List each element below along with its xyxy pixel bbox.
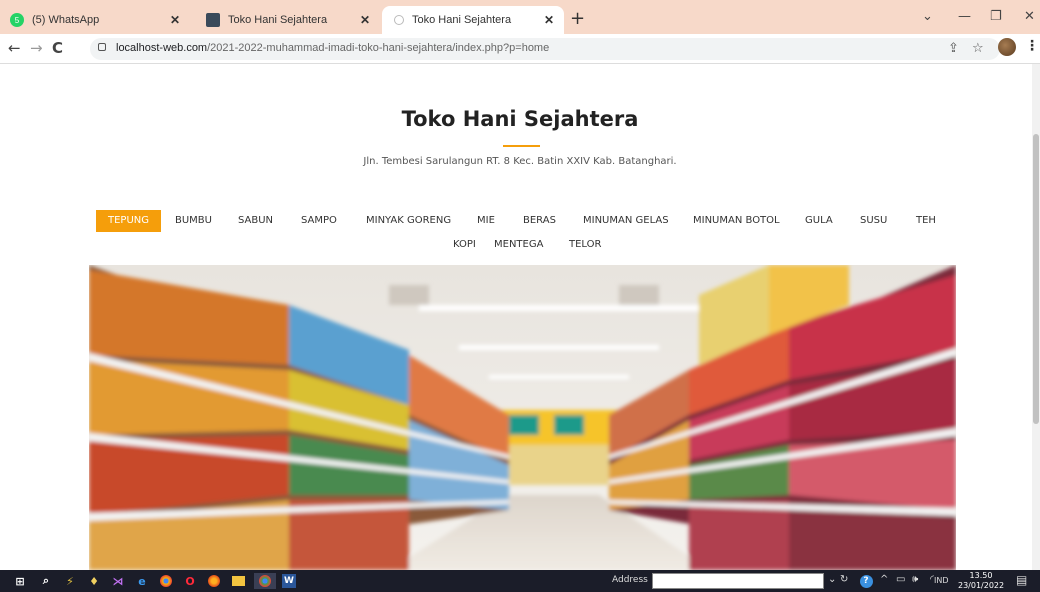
nav-item-kopi[interactable]: KOPI xyxy=(453,234,476,256)
search-icon[interactable]: ⌕ xyxy=(38,573,54,589)
share-icon[interactable]: ⇪ xyxy=(948,41,959,56)
tab-title: (5) WhatsApp xyxy=(32,14,100,26)
nav-item-mentega[interactable]: MENTEGA xyxy=(494,234,543,256)
nav-item-sampo[interactable]: SAMPO xyxy=(301,210,337,232)
nav-item-minuman-botol[interactable]: MINUMAN BOTOL xyxy=(693,210,780,232)
tab-title: Toko Hani Sejahtera xyxy=(412,14,512,26)
restore-icon[interactable]: ❐ xyxy=(990,9,1002,24)
firefox-icon[interactable] xyxy=(206,573,222,589)
app-icon[interactable]: ⚡ xyxy=(62,573,78,589)
taskbar-address-input[interactable] xyxy=(652,573,824,589)
close-icon[interactable]: ✕ xyxy=(360,13,370,27)
profile-avatar[interactable] xyxy=(998,38,1016,56)
edge-icon[interactable]: e xyxy=(134,573,150,589)
volume-icon[interactable]: 🕪 xyxy=(912,574,918,585)
word-icon[interactable]: W xyxy=(282,574,296,588)
reload-icon[interactable]: C xyxy=(52,39,63,57)
url-text[interactable]: localhost-web.com/2021-2022-muhammad-ima… xyxy=(116,42,549,54)
tab-toko-hani[interactable]: Toko Hani Sejahtera ✕ xyxy=(196,6,380,34)
nav-item-minyak-goreng[interactable]: MINYAK GORENG xyxy=(366,210,451,232)
nav-item-telor[interactable]: TELOR xyxy=(569,234,601,256)
nav-item-minuman-gelas[interactable]: MINUMAN GELAS xyxy=(583,210,669,232)
bookmark-star-icon[interactable]: ☆ xyxy=(972,41,984,56)
nav-item-mie[interactable]: MIE xyxy=(477,210,495,232)
file-explorer-icon[interactable] xyxy=(230,573,246,589)
forward-icon[interactable]: → xyxy=(30,39,43,57)
tab-title: Toko Hani Sejahtera xyxy=(228,14,328,26)
nav-item-gula[interactable]: GULA xyxy=(805,210,833,232)
opera-icon[interactable]: O xyxy=(182,573,198,589)
clock[interactable]: 13.50 23/01/2022 xyxy=(958,571,1004,591)
chrome-icon[interactable] xyxy=(158,573,174,589)
battery-icon[interactable]: ▭ xyxy=(896,574,905,585)
close-icon[interactable]: ✕ xyxy=(170,13,180,27)
minimize-icon[interactable]: — xyxy=(958,9,971,24)
store-address: Jln. Tembesi Sarulangun RT. 8 Kec. Batin… xyxy=(363,156,677,167)
page-scrollbar[interactable] xyxy=(1032,64,1040,570)
site-title: Toko Hani Sejahtera xyxy=(401,107,639,131)
title-underline xyxy=(503,145,540,147)
tab-search-icon[interactable]: ⌄ xyxy=(922,9,933,24)
close-icon[interactable]: ✕ xyxy=(544,13,554,27)
hero-image xyxy=(89,265,956,570)
window-close-icon[interactable]: ✕ xyxy=(1024,9,1035,24)
windows-start-icon[interactable]: ⊞ xyxy=(12,573,28,589)
nav-item-beras[interactable]: BERAS xyxy=(523,210,556,232)
site-icon xyxy=(206,13,220,27)
vscode-icon[interactable]: ⋊ xyxy=(110,573,126,589)
new-tab-icon[interactable]: + xyxy=(570,8,585,29)
browser-toolbar: ← → C localhost-web.com/2021-2022-muhamm… xyxy=(0,34,1040,64)
web-page: Toko Hani Sejahtera Jln. Tembesi Sarulan… xyxy=(0,64,1032,570)
nav-item-teh[interactable]: TEH xyxy=(916,210,936,232)
nav-item-sabun[interactable]: SABUN xyxy=(238,210,273,232)
windows-taskbar: ⊞ ⌕ ⚡ ♦ ⋊ e O W Address ⌄ ↻ ? ^ ▭ 🕪 ◜ IN… xyxy=(0,570,1040,592)
chrome-active-icon[interactable] xyxy=(254,573,276,589)
address-toolbar-label: Address xyxy=(612,575,648,585)
clock-time: 13.50 xyxy=(969,571,993,580)
notification-icon[interactable]: ▤ xyxy=(1016,573,1027,587)
nav-item-bumbu[interactable]: BUMBU xyxy=(175,210,212,232)
tray-chevron-icon[interactable]: ^ xyxy=(880,574,888,585)
lock-icon xyxy=(98,43,106,51)
language-indicator[interactable]: IND xyxy=(934,576,949,585)
tab-toko-hani-active[interactable]: Toko Hani Sejahtera ✕ xyxy=(382,6,564,34)
refresh-icon[interactable]: ↻ xyxy=(840,574,848,585)
browser-tab-bar: 5 (5) WhatsApp ✕ Toko Hani Sejahtera ✕ T… xyxy=(0,0,1040,34)
loading-icon xyxy=(394,15,404,25)
help-icon[interactable]: ? xyxy=(858,573,874,589)
scrollbar-thumb[interactable] xyxy=(1033,134,1039,424)
address-bar[interactable]: localhost-web.com/2021-2022-muhammad-ima… xyxy=(90,38,1000,60)
nav-item-tepung[interactable]: TEPUNG xyxy=(96,210,162,232)
whatsapp-icon: 5 xyxy=(10,13,24,27)
app-icon[interactable]: ♦ xyxy=(86,573,102,589)
tab-whatsapp[interactable]: 5 (5) WhatsApp ✕ xyxy=(0,6,190,34)
dropdown-icon[interactable]: ⌄ xyxy=(828,574,836,585)
clock-date: 23/01/2022 xyxy=(958,581,1005,590)
back-icon[interactable]: ← xyxy=(8,39,21,57)
nav-item-susu[interactable]: SUSU xyxy=(860,210,887,232)
menu-icon[interactable]: ⋮ xyxy=(1025,38,1039,54)
